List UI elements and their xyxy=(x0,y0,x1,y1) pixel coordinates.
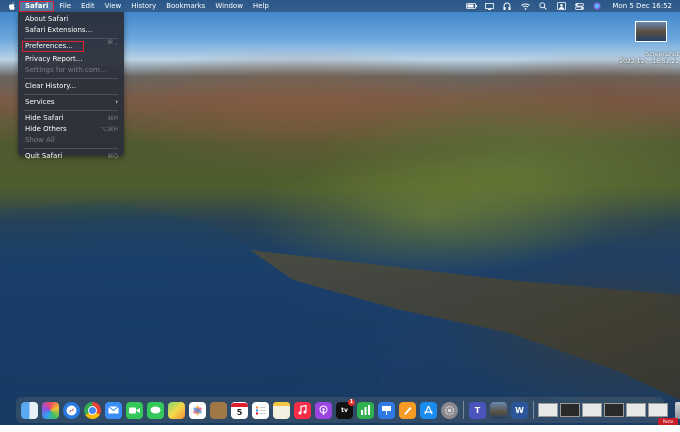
user-switch-icon[interactable] xyxy=(555,0,567,12)
minimized-window[interactable] xyxy=(626,403,646,417)
menu-item-clear-history[interactable]: Clear History... xyxy=(18,81,124,92)
menu-view[interactable]: View xyxy=(100,0,127,12)
numbers-icon[interactable] xyxy=(357,401,374,419)
menu-item-label: Settings for with.com... xyxy=(25,66,107,74)
launchpad-icon[interactable] xyxy=(42,401,59,419)
menu-window[interactable]: Window xyxy=(210,0,248,12)
menu-item-privacy-report[interactable]: Privacy Report... xyxy=(18,54,124,65)
dock-divider xyxy=(463,401,464,419)
menu-item-label: Quit Safari xyxy=(25,152,63,160)
mail-icon[interactable] xyxy=(105,401,122,419)
menu-item-about-safari[interactable]: About Safari xyxy=(18,14,124,25)
menu-file[interactable]: File xyxy=(54,0,76,12)
screenshot-file-icon[interactable] xyxy=(635,21,667,42)
menu-item-label: Safari Extensions... xyxy=(25,26,93,34)
minimized-window[interactable] xyxy=(538,403,558,417)
control-center-icon[interactable] xyxy=(573,0,585,12)
system-preferences-icon[interactable] xyxy=(441,401,458,419)
menu-item-settings-for-site: Settings for with.com... xyxy=(18,65,124,76)
music-icon[interactable] xyxy=(294,401,311,419)
minimized-window[interactable] xyxy=(604,403,624,417)
screenshot-file-label[interactable]: Screenshot 2022-12-...16.52.21 xyxy=(615,51,679,65)
chrome-icon[interactable] xyxy=(84,401,101,419)
calendar-day: 5 xyxy=(236,407,243,417)
menu-bar: Safari File Edit View History Bookmarks … xyxy=(0,0,680,12)
menu-item-hide-safari[interactable]: Hide Safari ⌘H xyxy=(18,113,124,124)
menu-clock[interactable]: Mon 5 Dec 16:52 xyxy=(612,2,672,10)
dock: 5 tv 1 T W xyxy=(16,397,680,423)
minimized-window[interactable] xyxy=(582,403,602,417)
display-icon[interactable] xyxy=(483,0,495,12)
menu-safari[interactable]: Safari xyxy=(19,0,55,12)
menu-edit[interactable]: Edit xyxy=(76,0,100,12)
dock-divider xyxy=(533,401,534,419)
search-icon[interactable] xyxy=(537,0,549,12)
menu-item-label: Preferences... xyxy=(25,42,73,50)
screenshot-label-line2: 2022-12-...16.52.21 xyxy=(619,58,679,65)
notification-badge: 1 xyxy=(348,398,355,406)
pages-icon[interactable] xyxy=(399,401,416,419)
calendar-icon[interactable]: 5 xyxy=(231,401,248,419)
menu-item-quit-safari[interactable]: Quit Safari ⌘Q xyxy=(18,151,124,162)
menu-divider xyxy=(24,38,118,39)
tv-label: tv xyxy=(341,406,348,414)
screenshot-label-line1: Screenshot xyxy=(645,51,679,58)
hide-safari-shortcut: ⌘H xyxy=(107,115,118,122)
quit-shortcut: ⌘Q xyxy=(107,153,118,160)
menu-item-safari-extensions[interactable]: Safari Extensions... xyxy=(18,25,124,36)
menu-item-label: About Safari xyxy=(25,15,69,23)
app-store-icon[interactable] xyxy=(420,401,437,419)
menu-history[interactable]: History xyxy=(126,0,161,12)
menu-divider xyxy=(24,110,118,111)
menu-item-preferences[interactable]: Preferences... xyxy=(22,41,84,52)
teams-icon[interactable]: T xyxy=(469,401,486,419)
paste-icon-tag: Paste Icon xyxy=(658,418,678,431)
menu-help[interactable]: Help xyxy=(248,0,274,12)
preferences-shortcut: ⌘ , xyxy=(107,39,117,46)
apple-icon[interactable] xyxy=(7,0,16,12)
reminders-icon[interactable] xyxy=(252,401,269,419)
notes-app-icon[interactable] xyxy=(210,401,227,419)
battery-icon[interactable] xyxy=(465,0,477,12)
menu-item-label: Services xyxy=(25,98,55,106)
wifi-icon[interactable] xyxy=(519,0,531,12)
facetime-icon[interactable] xyxy=(126,401,143,419)
menu-item-label: Hide Safari xyxy=(25,114,64,122)
finder-icon[interactable] xyxy=(21,401,38,419)
messages-icon[interactable] xyxy=(147,401,164,419)
menu-divider xyxy=(24,94,118,95)
trash-icon[interactable] xyxy=(675,401,680,419)
word-icon[interactable]: W xyxy=(511,401,528,419)
photos-icon[interactable] xyxy=(189,401,206,419)
headphones-icon[interactable] xyxy=(501,0,513,12)
menu-item-label: Show All xyxy=(25,136,55,144)
menu-divider xyxy=(24,78,118,79)
safari-icon[interactable] xyxy=(63,401,80,419)
menu-item-services[interactable]: Services › xyxy=(18,97,124,108)
menu-item-show-all: Show All xyxy=(18,135,124,146)
maps-icon[interactable] xyxy=(168,401,185,419)
menu-bookmarks[interactable]: Bookmarks xyxy=(161,0,210,12)
menu-item-label: Privacy Report... xyxy=(25,55,83,63)
menu-item-hide-others[interactable]: Hide Others ⌥⌘H xyxy=(18,124,124,135)
menu-item-label: Clear History... xyxy=(25,82,77,90)
podcasts-icon[interactable] xyxy=(315,401,332,419)
safari-menu-dropdown: About Safari Safari Extensions... Prefer… xyxy=(18,12,124,160)
notes-icon[interactable] xyxy=(273,401,290,419)
siri-icon[interactable] xyxy=(591,0,603,12)
preview-icon[interactable] xyxy=(490,401,507,419)
menu-item-label: Hide Others xyxy=(25,125,67,133)
minimized-window[interactable] xyxy=(648,403,668,417)
minimized-window[interactable] xyxy=(560,403,580,417)
keynote-icon[interactable] xyxy=(378,401,395,419)
chevron-right-icon: › xyxy=(115,98,118,106)
apple-tv-icon[interactable]: tv 1 xyxy=(336,398,355,419)
menu-divider xyxy=(24,148,118,149)
hide-others-shortcut: ⌥⌘H xyxy=(100,126,118,133)
